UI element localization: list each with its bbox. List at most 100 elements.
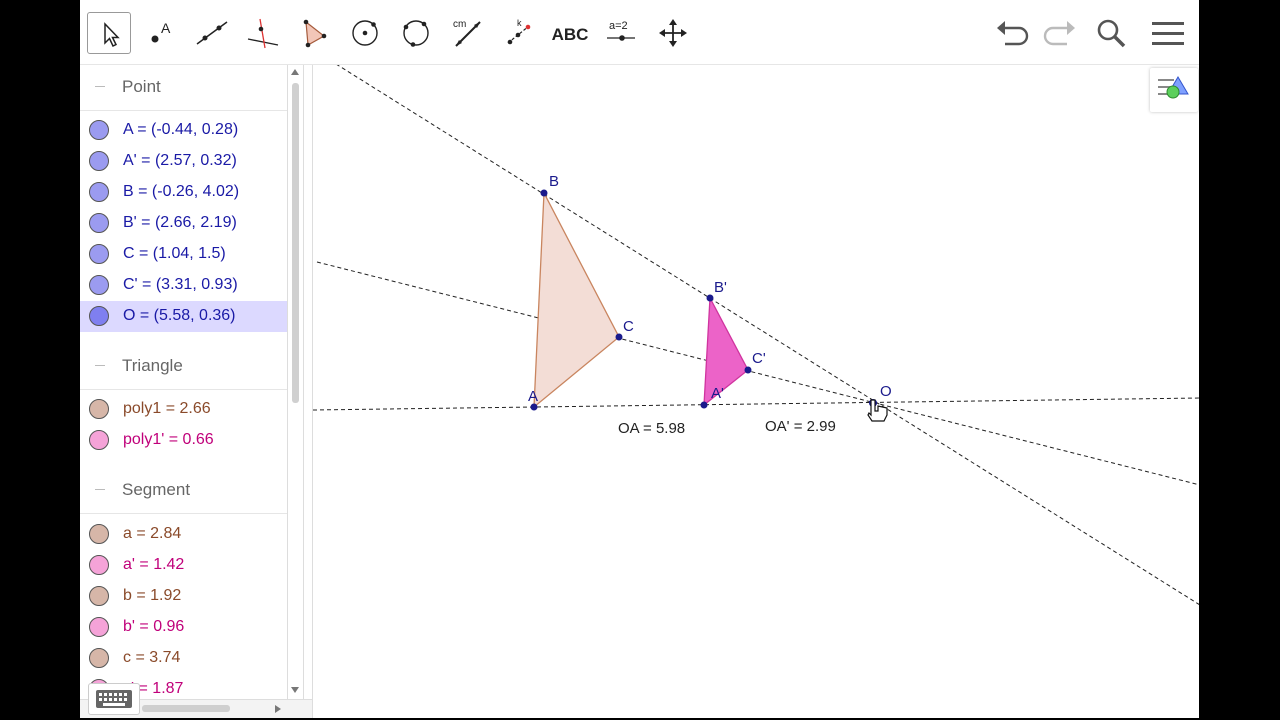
horizontal-scroll-thumb[interactable] (142, 705, 230, 712)
search-button[interactable] (1092, 16, 1132, 52)
line-icon (196, 21, 228, 45)
triangle-ABC[interactable] (533, 190, 620, 409)
algebra-item-text[interactable]: C = (1.04, 1.5) (123, 245, 226, 263)
algebra-vertical-scrollbar[interactable] (287, 65, 304, 699)
algebra-item-text[interactable]: B = (-0.26, 4.02) (123, 183, 239, 201)
algebra-item-text[interactable]: a' = 1.42 (123, 556, 184, 574)
graphics-view[interactable]: A B C A' B' C' O OA = 5.98 OA' = 2.99 (312, 63, 1199, 718)
group-header-segment[interactable]: Segment (80, 468, 287, 514)
algebra-item-poly1-prime[interactable]: poly1' = 0.66 (80, 425, 287, 456)
algebra-item-text[interactable]: b = 1.92 (123, 587, 181, 605)
point-tool-label: A (161, 20, 171, 36)
visibility-toggle[interactable] (89, 213, 109, 233)
measure-OA-prime[interactable]: OA' = 2.99 (765, 418, 836, 435)
dilate-tool-button[interactable]: k (497, 12, 541, 54)
algebra-item-a-prime[interactable]: a' = 1.42 (80, 550, 287, 581)
scroll-right-arrow-icon[interactable] (275, 705, 281, 713)
algebra-item-C[interactable]: C = (1.04, 1.5) (80, 239, 287, 270)
text-tool-button[interactable]: ABC (548, 12, 592, 54)
algebra-item-a[interactable]: a = 2.84 (80, 519, 287, 550)
polygon-icon (303, 19, 327, 48)
scroll-down-arrow-icon[interactable] (291, 687, 299, 693)
algebra-item-b[interactable]: b = 1.92 (80, 581, 287, 612)
algebra-item-text[interactable]: poly1' = 0.66 (123, 431, 214, 449)
point-A-prime[interactable] (700, 401, 708, 409)
virtual-keyboard-button[interactable] (88, 683, 140, 715)
visibility-toggle[interactable] (89, 182, 109, 202)
algebra-item-text[interactable]: A' = (2.57, 0.32) (123, 152, 237, 170)
algebra-item-b-prime[interactable]: b' = 0.96 (80, 612, 287, 643)
move-graphics-view-tool-button[interactable] (651, 12, 695, 54)
group-header-triangle[interactable]: Triangle (80, 344, 287, 390)
algebra-item-A[interactable]: A = (-0.44, 0.28) (80, 115, 287, 146)
algebra-item-text[interactable]: C' = (3.31, 0.93) (123, 276, 238, 294)
collapse-icon[interactable] (95, 489, 105, 490)
slider-tool-button[interactable]: a=2 (599, 12, 643, 54)
point-C-prime[interactable] (744, 366, 752, 374)
visibility-toggle[interactable] (89, 524, 109, 544)
ray-O-A[interactable] (312, 397, 1199, 411)
toolbar: A cm k ABC a=2 (80, 0, 1199, 65)
algebra-item-text[interactable]: b' = 0.96 (123, 618, 184, 636)
visibility-toggle[interactable] (89, 275, 109, 295)
algebra-item-O[interactable]: O = (5.58, 0.36) (80, 301, 287, 332)
visibility-toggle[interactable] (89, 617, 109, 637)
style-bar-toggle-button[interactable] (1150, 68, 1198, 112)
visibility-toggle[interactable] (89, 151, 109, 171)
circle-through-3-points-tool-button[interactable] (394, 12, 438, 54)
visibility-toggle[interactable] (89, 430, 109, 450)
label-C: C (623, 318, 634, 335)
group-header-point[interactable]: Point (80, 65, 287, 111)
algebra-item-text[interactable]: c = 3.74 (123, 649, 180, 667)
visibility-toggle[interactable] (89, 244, 109, 264)
distance-icon: cm (453, 19, 481, 47)
ray-O-C[interactable] (316, 261, 1199, 486)
algebra-item-C-prime[interactable]: C' = (3.31, 0.93) (80, 270, 287, 301)
algebra-item-A-prime[interactable]: A' = (2.57, 0.32) (80, 146, 287, 177)
visibility-toggle[interactable] (89, 555, 109, 575)
point-C[interactable] (615, 333, 623, 341)
line-tool-button[interactable] (190, 12, 234, 54)
search-icon (1097, 19, 1126, 48)
scroll-thumb[interactable] (292, 83, 299, 403)
label-O: O (880, 383, 892, 400)
visibility-toggle[interactable] (89, 306, 109, 326)
algebra-item-text[interactable]: A = (-0.44, 0.28) (123, 121, 238, 139)
keyboard-icon (96, 690, 132, 708)
undo-button[interactable] (993, 16, 1033, 52)
move-tool-button[interactable] (87, 12, 131, 54)
visibility-toggle[interactable] (89, 120, 109, 140)
algebra-item-c[interactable]: c = 3.74 (80, 643, 287, 674)
distance-tool-button[interactable]: cm (446, 12, 490, 54)
redo-icon (1043, 21, 1075, 46)
collapse-icon[interactable] (95, 86, 105, 87)
algebra-item-B-prime[interactable]: B' = (2.66, 2.19) (80, 208, 287, 239)
algebra-item-text[interactable]: O = (5.58, 0.36) (123, 307, 236, 325)
label-A: A (528, 388, 538, 405)
algebra-item-text[interactable]: a = 2.84 (123, 525, 181, 543)
main-menu-button[interactable] (1148, 16, 1188, 52)
visibility-toggle[interactable] (89, 399, 109, 419)
visibility-toggle[interactable] (89, 586, 109, 606)
geometry-canvas[interactable]: A B C A' B' C' O OA = 5.98 OA' = 2.99 (312, 63, 1199, 718)
label-C-prime: C' (752, 350, 766, 367)
visibility-toggle[interactable] (89, 648, 109, 668)
algebra-item-B[interactable]: B = (-0.26, 4.02) (80, 177, 287, 208)
circle-tool-button[interactable] (343, 12, 387, 54)
measure-OA[interactable]: OA = 5.98 (618, 420, 685, 437)
group-title: Point (122, 77, 161, 96)
point-B[interactable] (540, 189, 548, 197)
scroll-up-arrow-icon[interactable] (291, 69, 299, 75)
point-B-prime[interactable] (706, 294, 714, 302)
polygon-tool-button[interactable] (292, 12, 336, 54)
collapse-icon[interactable] (95, 365, 105, 366)
algebra-item-text[interactable]: poly1 = 2.66 (123, 400, 211, 418)
redo-button[interactable] (1039, 16, 1079, 52)
algebra-item-text[interactable]: B' = (2.66, 2.19) (123, 214, 237, 232)
algebra-item-poly1[interactable]: poly1 = 2.66 (80, 394, 287, 425)
perpendicular-line-tool-button[interactable] (241, 12, 285, 54)
point-tool-button[interactable]: A (138, 12, 182, 54)
perpendicular-line-icon (247, 18, 279, 49)
ray-O-B[interactable] (335, 63, 1199, 605)
text-tool-label: ABC (551, 25, 589, 44)
